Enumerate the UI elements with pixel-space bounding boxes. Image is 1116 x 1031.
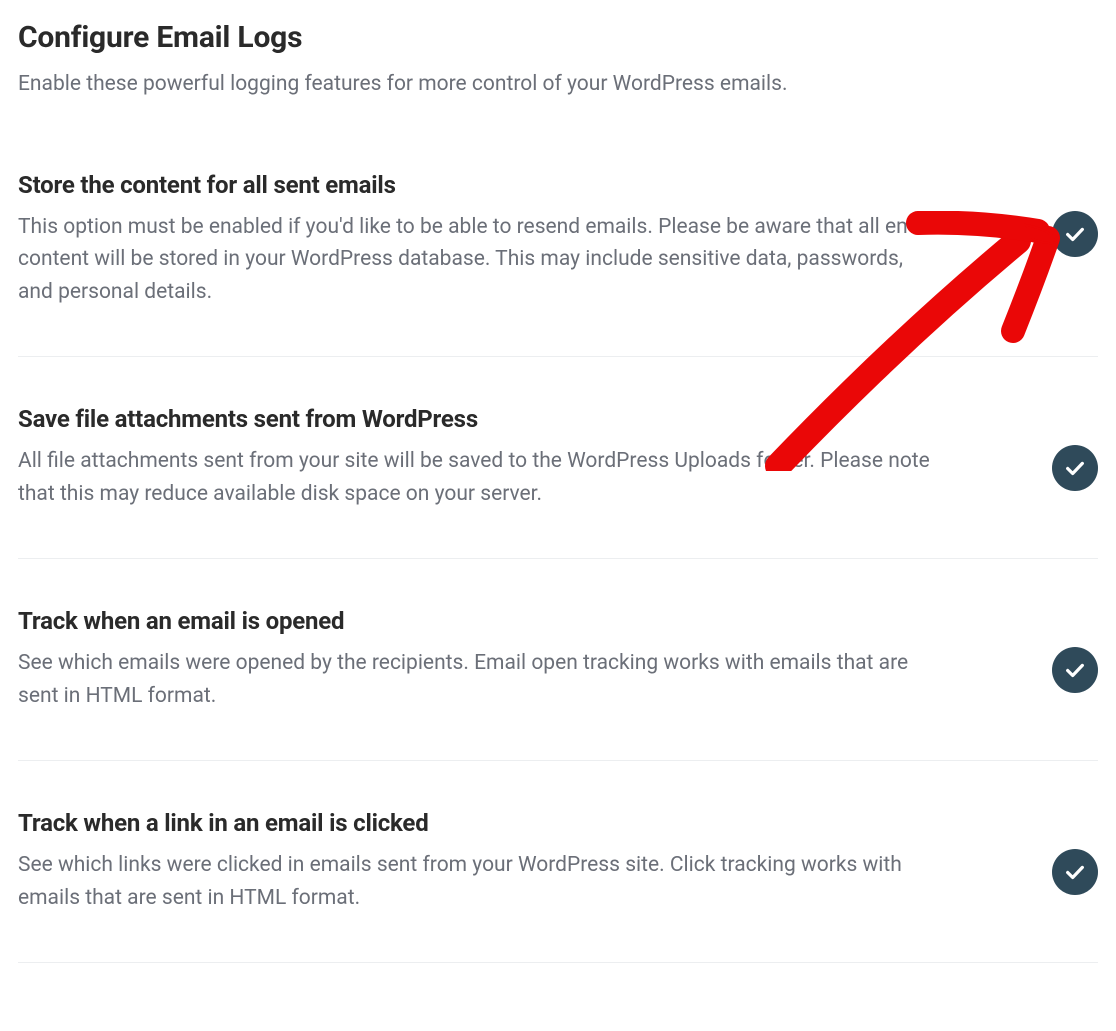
option-description: All file attachments sent from your site… (18, 445, 938, 510)
option-text: Track when a link in an email is clicked… (18, 809, 998, 914)
check-icon (1064, 223, 1086, 245)
option-title: Save file attachments sent from WordPres… (18, 405, 938, 433)
page-title: Configure Email Logs (18, 20, 1098, 55)
option-row-track-opened: Track when an email is opened See which … (18, 607, 1098, 761)
check-icon (1064, 659, 1086, 681)
toggle-store-content[interactable] (1052, 211, 1098, 257)
option-row-store-content: Store the content for all sent emails Th… (18, 171, 1098, 358)
option-description: See which links were clicked in emails s… (18, 849, 938, 914)
toggle-track-clicked[interactable] (1052, 849, 1098, 895)
option-description: See which emails were opened by the reci… (18, 647, 938, 712)
option-text: Save file attachments sent from WordPres… (18, 405, 998, 510)
option-title: Track when an email is opened (18, 607, 938, 635)
option-row-track-clicked: Track when a link in an email is clicked… (18, 809, 1098, 963)
page-subtitle: Enable these powerful logging features f… (18, 69, 1098, 101)
check-icon (1064, 861, 1086, 883)
option-title: Store the content for all sent emails (18, 171, 938, 199)
option-row-save-attachments: Save file attachments sent from WordPres… (18, 405, 1098, 559)
option-title: Track when a link in an email is clicked (18, 809, 938, 837)
check-icon (1064, 457, 1086, 479)
toggle-save-attachments[interactable] (1052, 445, 1098, 491)
toggle-track-opened[interactable] (1052, 647, 1098, 693)
option-text: Store the content for all sent emails Th… (18, 171, 998, 309)
option-description: This option must be enabled if you'd lik… (18, 211, 938, 309)
option-text: Track when an email is opened See which … (18, 607, 998, 712)
